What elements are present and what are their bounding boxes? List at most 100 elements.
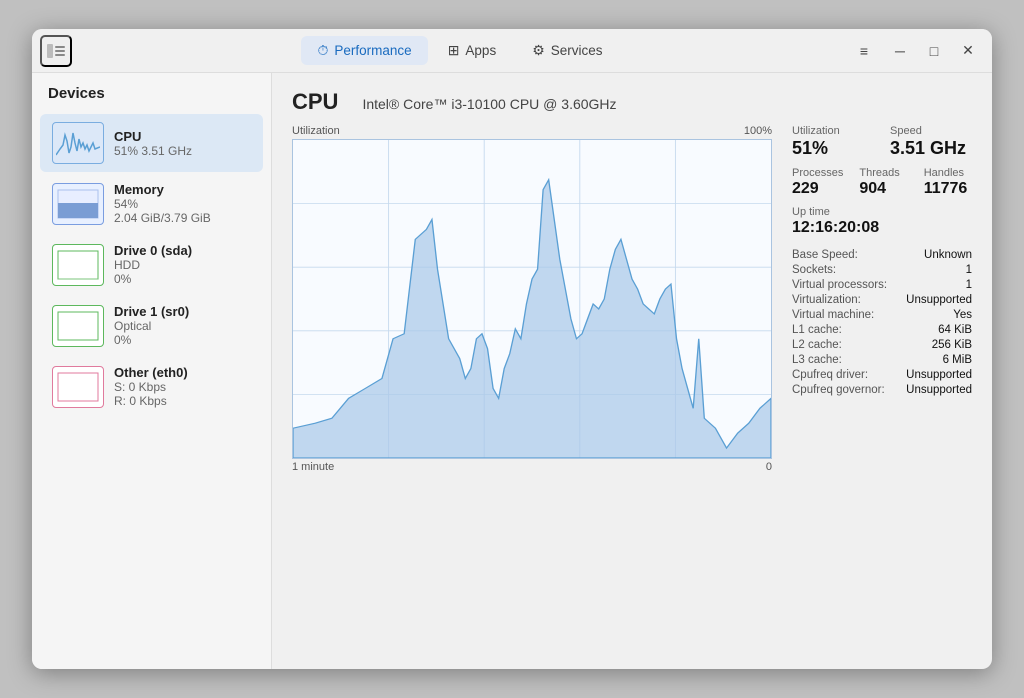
drive1-sub2: 0% [114,333,251,347]
services-icon: ⚙ [532,42,545,59]
chart-column: Utilization 100% [292,125,772,653]
info-val: Unsupported [906,369,972,381]
performance-icon: ⏱ [317,42,328,59]
panel-body: Utilization 100% [292,125,972,653]
cpu-title: CPU [292,89,338,115]
threads-label: Threads [859,167,907,179]
info-val: 1 [966,264,972,276]
maximize-button[interactable]: □ [918,35,950,67]
main-window: ⏱ Performance ⊞ Apps ⚙ Services ≡ ─ □ ✕ … [32,29,992,669]
drive0-sub1: HDD [114,258,251,272]
info-val: Yes [953,309,972,321]
right-panel: Utilization 51% Speed 3.51 GHz Processes… [772,125,972,653]
utilization-speed-row: Utilization 51% Speed 3.51 GHz [792,125,972,159]
info-row: Cpufreq driver: Unsupported [792,367,972,382]
info-row: L1 cache: 64 KiB [792,322,972,337]
sidebar-item-drive1[interactable]: Drive 1 (sr0) Optical 0% [40,296,263,355]
memory-thumbnail [52,183,104,225]
info-val: 6 MiB [943,354,972,366]
info-row: Base Speed:Unknown [792,247,972,262]
info-val: Unsupported [906,294,972,306]
uptime-value: 12:16:20:08 [792,219,972,237]
info-key: L2 cache: [792,339,842,351]
chart-y-max: 100% [744,125,772,137]
sidebar-item-drive0[interactable]: Drive 0 (sda) HDD 0% [40,235,263,294]
chart-y-label: Utilization [292,125,340,137]
info-row: Virtualization:Unsupported [792,292,972,307]
cpu-model: Intel® Core™ i3-10100 CPU @ 3.60GHz [362,96,616,112]
processes-threads-handles-row: Processes 229 Threads 904 Handles 11776 [792,167,972,198]
info-val: 256 KiB [932,339,972,351]
processes-block: Processes 229 [792,167,843,198]
speed-label: Speed [890,125,972,137]
tab-performance[interactable]: ⏱ Performance [301,36,427,65]
cpu-sub: 51% 3.51 GHz [114,144,251,158]
window-controls: ─ □ ✕ [884,35,984,67]
memory-info: Memory 54% 2.04 GiB/3.79 GiB [114,182,251,225]
processes-label: Processes [792,167,843,179]
drive1-info: Drive 1 (sr0) Optical 0% [114,304,251,347]
info-key: Cpufreq governor: [792,384,885,396]
hamburger-button[interactable]: ≡ [848,35,880,67]
drive0-name: Drive 0 (sda) [114,243,251,258]
info-val: Unsupported [906,384,972,396]
info-key: Virtual processors: [792,279,887,291]
drive1-name: Drive 1 (sr0) [114,304,251,319]
memory-name: Memory [114,182,251,197]
tab-services[interactable]: ⚙ Services [516,36,618,65]
tab-services-label: Services [551,43,603,58]
cpu-name: CPU [114,129,251,144]
uptime-label: Up time [792,206,972,218]
titlebar: ⏱ Performance ⊞ Apps ⚙ Services ≡ ─ □ ✕ [32,29,992,73]
minimize-button[interactable]: ─ [884,35,916,67]
info-val: 64 KiB [938,324,972,336]
info-key: Cpufreq driver: [792,369,868,381]
tab-performance-label: Performance [334,43,411,58]
info-row: Cpufreq governor: Unsupported [792,382,972,397]
drive1-sub1: Optical [114,319,251,333]
cpu-thumbnail [52,122,104,164]
info-row: L2 cache: 256 KiB [792,337,972,352]
info-key: L3 cache: [792,354,842,366]
utilization-value: 51% [792,138,874,159]
other-sub2: R: 0 Kbps [114,394,251,408]
sidebar-item-other[interactable]: Other (eth0) S: 0 Kbps R: 0 Kbps [40,357,263,416]
info-row: Sockets: 1 [792,262,972,277]
threads-value: 904 [859,180,907,198]
other-thumbnail [52,366,104,408]
main-content: Devices CPU 51% 3.51 GHz [32,73,992,669]
apps-icon: ⊞ [448,42,460,59]
handles-value: 11776 [924,180,972,198]
sidebar-title: Devices [32,81,271,112]
cpu-info: CPU 51% 3.51 GHz [114,129,251,158]
sidebar-item-memory[interactable]: Memory 54% 2.04 GiB/3.79 GiB [40,174,263,233]
sidebar-item-cpu[interactable]: CPU 51% 3.51 GHz [40,114,263,172]
info-row: Virtual machine: Yes [792,307,972,322]
utilization-block: Utilization 51% [792,125,874,159]
tab-apps[interactable]: ⊞ Apps [432,36,513,65]
chart-label-top: Utilization 100% [292,125,772,137]
chart-label-bottom: 1 minute 0 [292,461,772,473]
info-key: Virtual machine: [792,309,874,321]
cpu-header: CPU Intel® Core™ i3-10100 CPU @ 3.60GHz [292,89,972,115]
info-key: L1 cache: [792,324,842,336]
processes-value: 229 [792,180,843,198]
handles-block: Handles 11776 [924,167,972,198]
threads-block: Threads 904 [859,167,907,198]
content-panel: CPU Intel® Core™ i3-10100 CPU @ 3.60GHz … [272,73,992,669]
other-name: Other (eth0) [114,365,251,380]
sidebar-toggle-button[interactable] [40,35,72,67]
info-val: Unknown [924,249,972,261]
speed-block: Speed 3.51 GHz [890,125,972,159]
info-val: 1 [966,279,972,291]
close-button[interactable]: ✕ [952,35,984,67]
speed-value: 3.51 GHz [890,138,972,159]
tabs-container: ⏱ Performance ⊞ Apps ⚙ Services [72,36,848,65]
drive0-sub2: 0% [114,272,251,286]
drive0-thumbnail [52,244,104,286]
info-key: Sockets: [792,264,836,276]
cpu-info-table: Base Speed:UnknownSockets:1Virtual proce… [792,247,972,397]
info-row: Virtual processors: 1 [792,277,972,292]
drive0-info: Drive 0 (sda) HDD 0% [114,243,251,286]
drive1-thumbnail [52,305,104,347]
